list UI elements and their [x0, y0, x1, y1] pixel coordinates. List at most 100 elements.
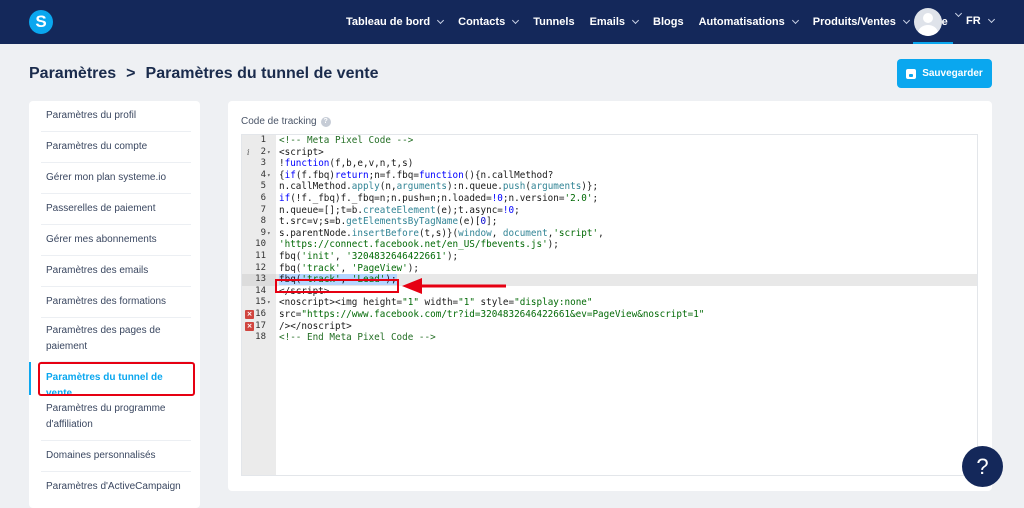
line-number: 2 — [260, 146, 266, 157]
code-text: n.queue=[];t=b.createElement(e);t.async=… — [279, 204, 520, 216]
sidebar-item-6[interactable]: Paramètres des formations — [29, 294, 200, 310]
sidebar-divider — [41, 317, 191, 318]
line-number: 8 — [260, 216, 266, 227]
save-button[interactable]: Sauvegarder — [897, 59, 992, 88]
save-button-label: Sauvegarder — [922, 68, 983, 79]
code-text: if(!f._fbq)f._fbq=n;n.push=n;n.loaded=!0… — [279, 193, 599, 204]
main-menu: Tableau de bord Contacts Tunnels Emails Blog… — [346, 0, 963, 44]
line-number: 5 — [260, 181, 266, 192]
code-text: <!-- Meta Pixel Code --> — [279, 135, 414, 146]
line-number: 4 — [260, 169, 266, 180]
code-line[interactable]: 18 <!-- End Meta Pixel Code --> — [242, 332, 977, 344]
language-selector[interactable]: FR — [966, 15, 995, 27]
systeme-logo-icon[interactable]: S — [29, 10, 53, 34]
line-number: 13 — [255, 274, 266, 285]
line-number: 11 — [255, 251, 266, 261]
page-title: Paramètres du tunnel de vente — [145, 65, 379, 82]
nav-item-1[interactable]: Contacts — [458, 16, 520, 28]
tracking-code-label-text: Code de tracking — [241, 116, 317, 127]
nav-item-4[interactable]: Blogs — [653, 16, 684, 28]
code-text: fbq('init', '3204832646422661'); — [279, 251, 459, 262]
code-line[interactable]: 11 fbq('init', '3204832646422661'); — [242, 251, 977, 263]
annotation-highlight-code — [275, 279, 399, 293]
code-text: t.src=v;s=b.getElementsByTagName(e)[0]; — [279, 216, 498, 228]
sidebar-item-2[interactable]: Gérer mon plan systeme.io — [29, 170, 200, 186]
line-number: 6 — [260, 193, 266, 203]
sidebar-item-4[interactable]: Gérer mes abonnements — [29, 232, 200, 248]
sidebar-item-9[interactable]: Paramètres du programme d'affiliation — [29, 401, 200, 433]
code-text: <script> — [279, 146, 324, 158]
code-line[interactable]: × 16 src="https://www.facebook.com/tr?id=3… — [242, 309, 977, 321]
chevron-down-icon — [791, 16, 799, 25]
sidebar-divider — [41, 440, 191, 441]
code-line[interactable]: × 17/></noscript> — [242, 321, 977, 333]
chevron-down-icon — [512, 16, 520, 25]
code-text: src="https://www.facebook.com/tr?id=3204… — [279, 309, 705, 320]
line-number: 12 — [255, 262, 266, 273]
fold-arrow-icon[interactable]: ▾ — [267, 170, 271, 182]
code-line[interactable]: 10 'https://connect.facebook.net/en_US/fb… — [242, 239, 977, 251]
avatar[interactable] — [914, 8, 942, 36]
language-chevron-down-icon — [987, 15, 995, 24]
code-line[interactable]: 12 fbq('track', 'PageView'); — [242, 263, 977, 275]
sidebar-item-5[interactable]: Paramètres des emails — [29, 263, 200, 279]
avatar-head-shape — [923, 13, 933, 23]
code-line[interactable]: 5 n.callMethod.apply(n,arguments):n.queue… — [242, 181, 977, 193]
nav-item-2[interactable]: Tunnels — [533, 16, 574, 28]
chevron-down-icon — [902, 16, 910, 25]
code-text: {if(f.fbq)return;n=f.fbq=function(){n.ca… — [279, 169, 554, 181]
code-line[interactable]: i 2 ▾ <script> — [242, 147, 977, 159]
floppy-disk-icon — [906, 68, 917, 79]
sidebar-item-0[interactable]: Paramètres du profil — [29, 108, 200, 124]
code-text: <!-- End Meta Pixel Code --> — [279, 332, 436, 344]
annotation-highlight-sidebar — [38, 362, 195, 396]
help-chat-button[interactable]: ? — [962, 446, 1003, 487]
sidebar-divider — [41, 162, 191, 163]
fold-arrow-icon[interactable]: ▾ — [267, 297, 271, 309]
sidebar-item-3[interactable]: Passerelles de paiement — [29, 201, 200, 217]
line-number: 14 — [255, 285, 266, 296]
line-number: 7 — [260, 204, 266, 215]
sidebar-divider — [41, 131, 191, 132]
code-line[interactable]: 9 ▾ s.parentNode.insertBefore(t,s)}(window… — [242, 228, 977, 240]
line-number: 1 — [260, 135, 266, 145]
top-nav: S Tableau de bord Contacts Tunnels Emails Bl… — [0, 0, 1024, 44]
code-line[interactable]: 8 t.src=v;s=b.getElementsByTagName(e)[0]; — [242, 216, 977, 228]
avatar-body-shape — [918, 25, 938, 36]
nav-item-6[interactable]: Produits/Ventes — [812, 16, 910, 28]
avatar-active-underline — [913, 42, 953, 44]
code-editor[interactable]: 1 <!-- Meta Pixel Code --> i 2 ▾ <script> 3 !fu… — [241, 134, 978, 476]
code-line[interactable]: 7 n.queue=[];t=b.createElement(e);t.async… — [242, 205, 977, 217]
nav-item-label: Emails — [589, 16, 626, 28]
line-number: 16 — [255, 309, 266, 319]
line-number: 18 — [255, 332, 266, 343]
code-line[interactable]: 6 if(!f._fbq)f._fbq=n;n.push=n;n.loaded=!… — [242, 193, 977, 205]
tracking-code-label: Code de tracking ? — [241, 116, 331, 127]
code-line[interactable]: 3 !function(f,b,e,v,n,t,s) — [242, 158, 977, 170]
nav-item-0[interactable]: Tableau de bord — [346, 16, 445, 28]
code-line[interactable]: 15 ▾ <noscript><img height="1" width="1" s… — [242, 297, 977, 309]
fold-arrow-icon[interactable]: ▾ — [267, 228, 271, 240]
nav-item-label: Blogs — [653, 16, 684, 28]
code-text: <noscript><img height="1" width="1" styl… — [279, 297, 593, 309]
sidebar-item-11[interactable]: Paramètres d'ActiveCampaign — [29, 479, 200, 495]
settings-sidebar: Paramètres du profil Paramètres du compte… — [29, 101, 200, 508]
breadcrumb-separator-icon: > — [126, 65, 136, 82]
nav-item-label: Automatisations — [698, 16, 785, 28]
code-text: s.parentNode.insertBefore(t,s)}(window, … — [279, 227, 604, 239]
nav-item-label: Produits/Ventes — [812, 16, 896, 28]
nav-item-5[interactable]: Automatisations — [698, 16, 799, 28]
code-line[interactable]: 4 ▾ {if(f.fbq)return;n=f.fbq=function(){n.… — [242, 170, 977, 182]
sidebar-item-10[interactable]: Domaines personnalisés — [29, 448, 200, 464]
annotation-arrow-icon — [402, 278, 506, 294]
nav-item-3[interactable]: Emails — [589, 16, 640, 28]
sidebar-item-1[interactable]: Paramètres du compte — [29, 139, 200, 155]
help-icon[interactable]: ? — [320, 116, 331, 127]
sidebar-item-7[interactable]: Paramètres des pages de paiement — [29, 323, 200, 355]
sidebar-divider — [41, 193, 191, 194]
code-line[interactable]: 1 <!-- Meta Pixel Code --> — [242, 135, 977, 147]
breadcrumb-root[interactable]: Paramètres — [29, 65, 116, 83]
fold-arrow-icon[interactable]: ▾ — [267, 147, 271, 159]
nav-item-label: Tunnels — [533, 16, 575, 28]
chevron-down-icon — [437, 16, 445, 25]
